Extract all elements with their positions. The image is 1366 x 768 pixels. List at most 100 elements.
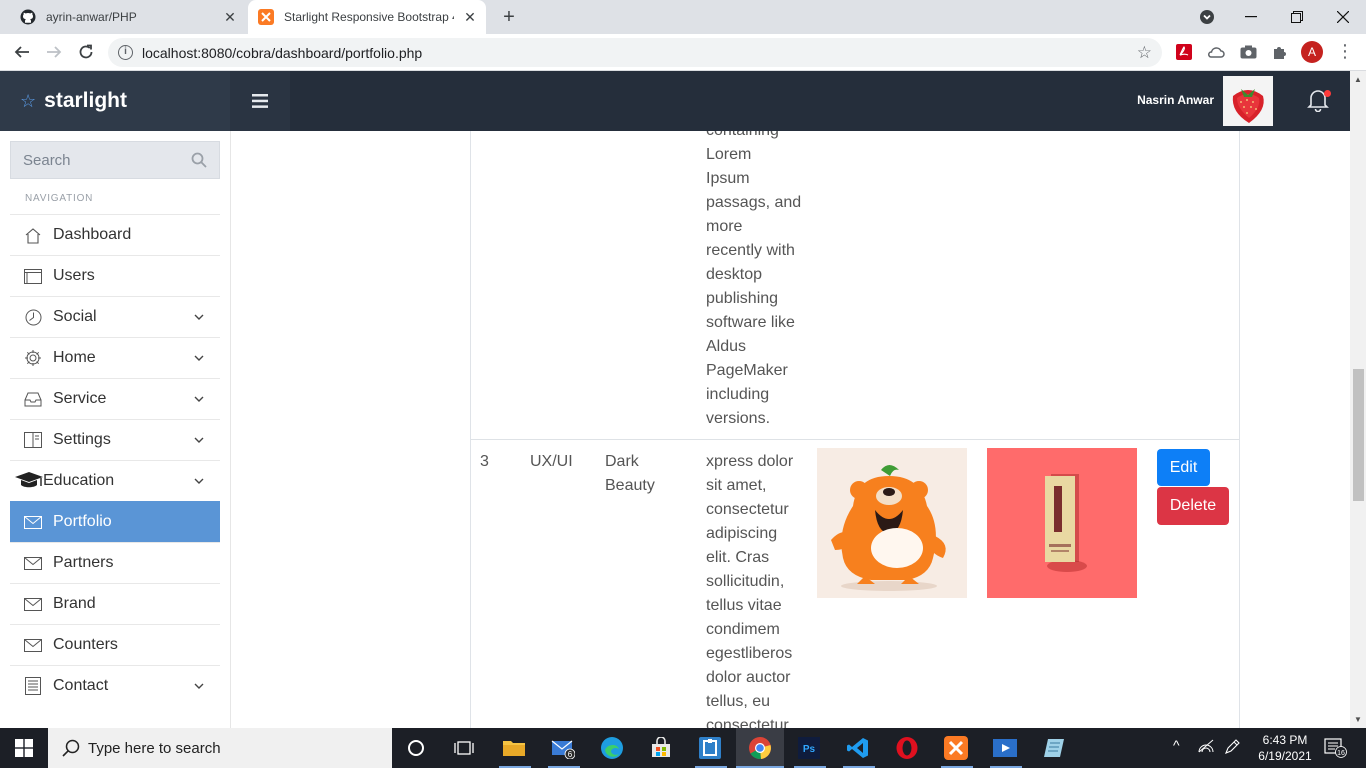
new-tab-button[interactable]: + [498,7,520,27]
browser-tab-starlight[interactable]: Starlight Responsive Bootstrap 4 ✕ [248,0,486,34]
photoshop-icon[interactable]: Ps [796,735,822,761]
sidebar-item-label: Contact [53,677,109,694]
row-title: Dark Beauty [605,453,655,494]
close-window-button[interactable] [1320,0,1366,34]
start-button[interactable] [0,728,48,768]
sidebar-item-users[interactable]: Users [10,255,220,296]
star-icon: ☆ [20,90,37,111]
user-avatar[interactable] [1223,76,1273,126]
sidebar-item-settings[interactable]: Settings [10,419,220,460]
scrollbar-thumb[interactable] [1353,369,1364,501]
chrome-icon[interactable] [747,735,773,761]
forward-button[interactable] [42,40,66,64]
task-view-icon[interactable] [451,735,477,761]
address-bar[interactable]: i localhost:8080/cobra/dashboard/portfol… [108,38,1162,67]
media-player-icon[interactable] [992,735,1018,761]
mail-app-icon[interactable]: 6 [550,735,576,761]
profile-menu-icon[interactable] [1184,0,1230,34]
search-placeholder: Search [23,152,71,169]
portfolio-thumbnail-bear [817,448,967,598]
chevron-down-icon [194,683,204,689]
user-name[interactable]: Nasrin Anwar [1137,93,1214,107]
pen-icon[interactable] [1224,739,1240,758]
cortana-icon[interactable] [403,735,429,761]
info-icon[interactable]: i [118,45,133,60]
notepad-icon[interactable] [1041,735,1067,761]
minimize-button[interactable] [1228,0,1274,34]
row-description: xpress dolor sit amet, consectetur adipi… [706,453,794,728]
windows-logo-icon [15,739,33,757]
chevron-down-icon [194,396,204,402]
app-icon-blue-frame[interactable] [697,735,723,761]
camera-extension-icon[interactable] [1238,42,1258,62]
reload-button[interactable] [74,40,98,64]
mail-icon [23,636,43,654]
sidebar-item-label: Partners [53,554,114,571]
sidebar-item-home[interactable]: Home [10,337,220,378]
xampp-icon[interactable] [943,735,969,761]
extensions-puzzle-icon[interactable] [1270,42,1290,62]
store-icon[interactable] [648,735,674,761]
cloud-extension-icon[interactable] [1206,42,1226,62]
scroll-down-arrow-icon[interactable]: ▼ [1354,715,1362,724]
edit-button[interactable]: Edit [1157,449,1210,486]
sidebar-item-label: Social [53,308,97,325]
menu-dots-icon[interactable]: ⋮ [1336,41,1354,61]
sidebar-item-label: Brand [53,595,96,612]
gear-icon [23,349,43,367]
profile-avatar[interactable]: A [1301,41,1323,63]
sidebar-toggle-button[interactable] [230,71,290,131]
close-icon[interactable]: ✕ [462,9,478,25]
app-header: ☆ starlight Nasrin Anwar [0,71,1350,131]
sidebar-item-contact[interactable]: Contact [10,665,220,706]
sidebar-item-partners[interactable]: Partners [10,542,220,583]
xampp-icon [258,9,274,25]
portfolio-thumbnail-product [987,448,1137,598]
graduation-cap-icon [14,472,44,490]
sidebar-item-service[interactable]: Service [10,378,220,419]
restore-button[interactable] [1274,0,1320,34]
action-center-icon[interactable]: 16 [1324,738,1348,758]
system-clock[interactable]: 6:43 PM 6/19/2021 [1250,732,1320,764]
sidebar-item-label: Dashboard [53,226,132,243]
pdf-extension-icon[interactable] [1174,42,1194,62]
sidebar-item-counters[interactable]: Counters [10,624,220,665]
browser-tab-strip: ayrin-anwar/PHP ✕ Starlight Responsive B… [0,0,1366,34]
tab-title: ayrin-anwar/PHP [46,10,137,24]
sidebar: Search NAVIGATION Dashboard Users Social… [0,131,231,728]
sidebar-item-social[interactable]: Social [10,296,220,337]
windows-taskbar: Type here to search 6 Ps ^ 6:43 PM 6/19/… [0,728,1366,768]
bookmark-star-icon[interactable]: ☆ [1137,43,1152,63]
taskbar-search-input[interactable]: Type here to search [48,728,392,768]
reload-icon [79,44,93,59]
sidebar-item-label: Home [53,349,96,366]
vscode-icon[interactable] [845,735,871,761]
sidebar-item-dashboard[interactable]: Dashboard [10,214,220,255]
close-icon[interactable]: ✕ [222,9,238,25]
sidebar-item-brand[interactable]: Brand [10,583,220,624]
sidebar-item-label: Users [53,267,95,284]
file-explorer-icon[interactable] [501,735,527,761]
browser-tab-github[interactable]: ayrin-anwar/PHP ✕ [10,0,246,34]
mail-icon [23,513,43,531]
page-scrollbar[interactable]: ▲ ▼ [1350,71,1366,728]
clock-icon [23,308,43,326]
scroll-up-arrow-icon[interactable]: ▲ [1354,75,1362,84]
sidebar-search-input[interactable]: Search [10,141,220,179]
svg-text:Ps: Ps [803,744,816,755]
delete-button[interactable]: Delete [1157,487,1229,525]
sidebar-item-portfolio[interactable]: Portfolio [10,501,220,542]
browser-toolbar: i localhost:8080/cobra/dashboard/portfol… [0,34,1366,71]
arrow-right-icon [47,46,62,58]
opera-icon[interactable] [894,735,920,761]
sidebar-item-education[interactable]: Education [10,460,220,501]
tray-expand-icon[interactable]: ^ [1173,737,1180,753]
sidebar-item-label: Settings [53,431,111,448]
taskbar-search-placeholder: Type here to search [88,740,221,757]
back-button[interactable] [10,40,34,64]
edge-browser-icon[interactable] [599,735,625,761]
network-icon[interactable] [1198,739,1214,756]
main-content: containing Lorem Ipsum passags, and more… [231,131,1350,728]
notifications-button[interactable] [1307,88,1331,114]
brand-logo[interactable]: ☆ starlight [0,71,230,131]
